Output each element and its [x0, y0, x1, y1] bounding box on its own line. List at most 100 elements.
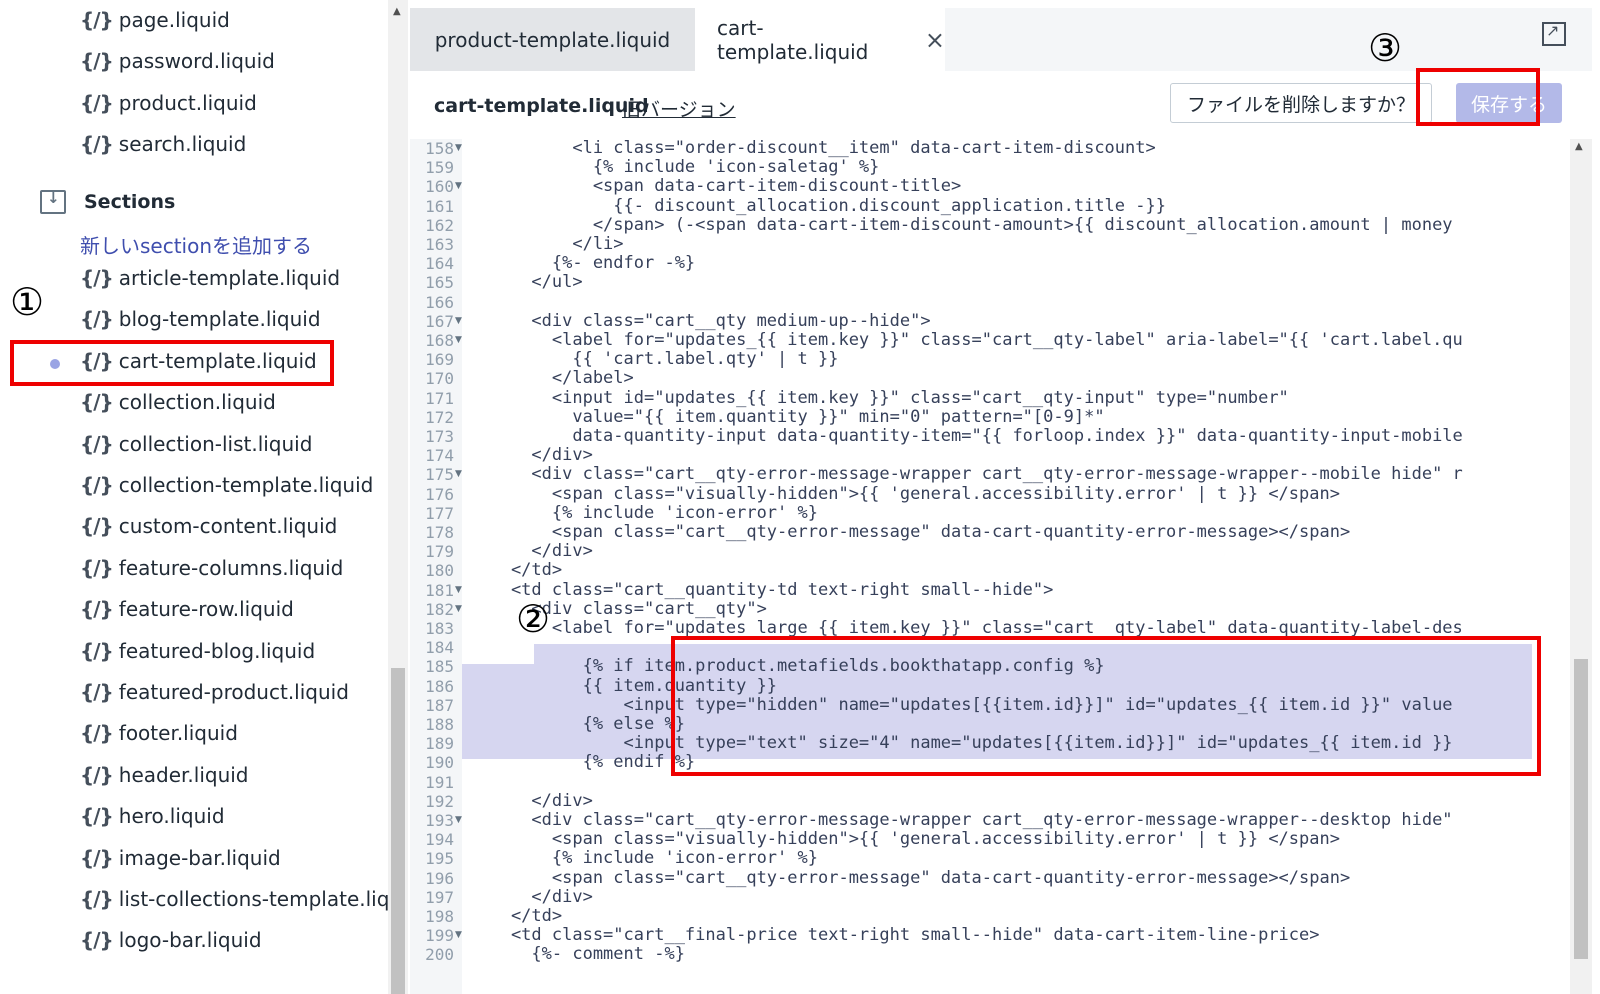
- sections-heading[interactable]: Sections: [40, 189, 176, 214]
- folder-download-icon: [40, 189, 66, 214]
- code-line: </td>: [470, 560, 563, 581]
- file-header-bar: cart-template.liquid 旧バージョン ファイルを削除しますか？…: [410, 71, 1592, 140]
- file-label: article-template.liquid: [118, 266, 341, 290]
- line-number: 167: [425, 311, 454, 331]
- old-version-link[interactable]: 旧バージョン: [622, 95, 736, 122]
- annotation-two: ②: [516, 597, 551, 641]
- file-item[interactable]: {/} header.liquid: [80, 763, 249, 787]
- line-number: 200: [425, 945, 454, 965]
- file-item[interactable]: {/} list-collections-template.liquid: [80, 887, 392, 911]
- file-item[interactable]: {/} password.liquid: [80, 49, 275, 73]
- code-file-icon: {/}: [80, 431, 114, 456]
- fold-arrow-icon[interactable]: ▼: [455, 469, 462, 479]
- line-number: 164: [425, 254, 454, 274]
- file-item[interactable]: {/} article-template.liquid: [80, 266, 340, 290]
- code-file-icon: {/}: [80, 638, 114, 663]
- code-file-icon: {/}: [80, 307, 114, 332]
- fold-arrow-icon[interactable]: ▼: [455, 143, 462, 153]
- line-number: 185: [425, 657, 454, 677]
- tab-cart-template[interactable]: cart-template.liquid ×: [695, 8, 945, 71]
- sidebar-scroll-thumb[interactable]: [391, 668, 405, 994]
- sections-label: Sections: [84, 191, 176, 213]
- tab-product-template[interactable]: product-template.liquid: [410, 8, 695, 71]
- code-area[interactable]: 158 ▼ 159 160 ▼ 161 162 163 164 165 166 167 ▼ 168 ▼ 169…: [410, 139, 1592, 994]
- line-number: 181: [425, 580, 454, 600]
- line-number: 172: [425, 407, 454, 427]
- code-file-icon: {/}: [80, 555, 114, 580]
- file-item[interactable]: {/} featured-blog.liquid: [80, 639, 315, 663]
- line-number: 175: [425, 465, 454, 485]
- file-item[interactable]: {/} collection-list.liquid: [80, 432, 312, 456]
- line-number: 184: [425, 638, 454, 658]
- file-item[interactable]: {/} page.liquid: [80, 8, 230, 32]
- fold-arrow-icon[interactable]: ▼: [455, 815, 462, 825]
- file-item[interactable]: {/} collection.liquid: [80, 390, 276, 414]
- add-section-link[interactable]: 新しいsectionを追加する: [80, 230, 312, 259]
- file-label: hero.liquid: [118, 804, 225, 829]
- file-label: blog-template.liquid: [118, 307, 321, 332]
- expand-icon[interactable]: [1542, 21, 1566, 46]
- fold-arrow-icon[interactable]: ▼: [455, 316, 462, 326]
- scroll-up-arrow-icon[interactable]: ▲: [393, 6, 401, 17]
- line-number: 182: [425, 599, 454, 619]
- file-item[interactable]: {/} feature-columns.liquid: [80, 556, 343, 580]
- tab-label: product-template.liquid: [434, 27, 671, 52]
- file-label: collection-template.liquid: [118, 473, 374, 497]
- delete-file-button[interactable]: ファイルを削除しますか？: [1170, 83, 1432, 123]
- file-item[interactable]: {/} blog-template.liquid: [80, 307, 321, 331]
- fold-arrow-icon[interactable]: ▼: [455, 181, 462, 191]
- fold-arrow-icon[interactable]: ▼: [455, 930, 462, 940]
- code-line: <span class="cart__qty-error-message" da…: [470, 867, 1351, 888]
- file-item[interactable]: {/} featured-product.liquid: [80, 680, 349, 704]
- code-line: {%- endfor -%}: [470, 253, 696, 274]
- file-item[interactable]: {/} hero.liquid: [80, 804, 225, 828]
- code-line: <span data-cart-item-discount-title>: [470, 176, 962, 197]
- line-number: 173: [425, 427, 454, 446]
- file-item[interactable]: {/} product.liquid: [80, 91, 257, 115]
- file-item[interactable]: {/} feature-row.liquid: [80, 597, 294, 621]
- scroll-up-arrow-icon[interactable]: ▲: [1575, 141, 1583, 152]
- code-line: <span class="cart__qty-error-message" da…: [470, 522, 1351, 542]
- code-line: <li class="order-discount__item" data-ca…: [470, 139, 1156, 158]
- file-label: header.liquid: [118, 762, 249, 787]
- code-line: data-quantity-input data-quantity-item="…: [470, 426, 1463, 446]
- code-line: </div>: [470, 541, 593, 562]
- line-number: 189: [425, 734, 454, 754]
- line-number: 192: [425, 791, 454, 811]
- code-line: </div>: [470, 445, 593, 466]
- line-number: 179: [425, 542, 454, 562]
- highlight-box-save: [1416, 68, 1540, 126]
- code-line: <input id="updates_{{ item.key }}" class…: [470, 387, 1289, 408]
- file-item[interactable]: {/} logo-bar.liquid: [80, 928, 262, 952]
- annotation-three: ③: [1368, 26, 1403, 70]
- line-number: 199: [425, 926, 454, 946]
- fold-arrow-icon[interactable]: ▼: [455, 335, 462, 345]
- file-item[interactable]: {/} search.liquid: [80, 132, 246, 156]
- file-item[interactable]: {/} footer.liquid: [80, 721, 238, 745]
- file-label: feature-row.liquid: [118, 597, 294, 622]
- file-label: page.liquid: [118, 8, 230, 32]
- tab-label: cart-template.liquid: [717, 15, 869, 64]
- editor-tabbar: product-template.liquid cart-template.li…: [410, 8, 1592, 71]
- code-line: <label for="updates_{{ item.key }}" clas…: [470, 330, 1463, 350]
- line-number: 178: [425, 523, 454, 542]
- close-icon[interactable]: ×: [925, 26, 945, 54]
- file-item[interactable]: {/} collection-template.liquid: [80, 473, 373, 497]
- file-label: logo-bar.liquid: [118, 928, 262, 953]
- code-editor-panel: product-template.liquid cart-template.li…: [410, 8, 1592, 994]
- line-number: 196: [425, 868, 454, 888]
- code-line: {% include 'icon-saletag' %}: [470, 157, 880, 178]
- fold-arrow-icon[interactable]: ▼: [455, 604, 462, 614]
- editor-scrollbar[interactable]: ▲: [1570, 139, 1592, 994]
- file-item[interactable]: {/} custom-content.liquid: [80, 514, 337, 538]
- line-number: 165: [425, 273, 454, 293]
- sidebar-scrollbar[interactable]: ▲: [388, 0, 408, 994]
- file-label: search.liquid: [118, 132, 247, 156]
- fold-arrow-icon[interactable]: ▼: [455, 585, 462, 595]
- code-line: <div class="cart__qty medium-up--hide">: [470, 310, 931, 331]
- file-sidebar: {/} page.liquid {/} password.liquid {/} produ…: [0, 0, 392, 994]
- code-line: </ul>: [470, 272, 583, 293]
- file-label: feature-columns.liquid: [118, 555, 344, 580]
- editor-scroll-thumb[interactable]: [1574, 659, 1588, 959]
- file-item[interactable]: {/} image-bar.liquid: [80, 846, 281, 870]
